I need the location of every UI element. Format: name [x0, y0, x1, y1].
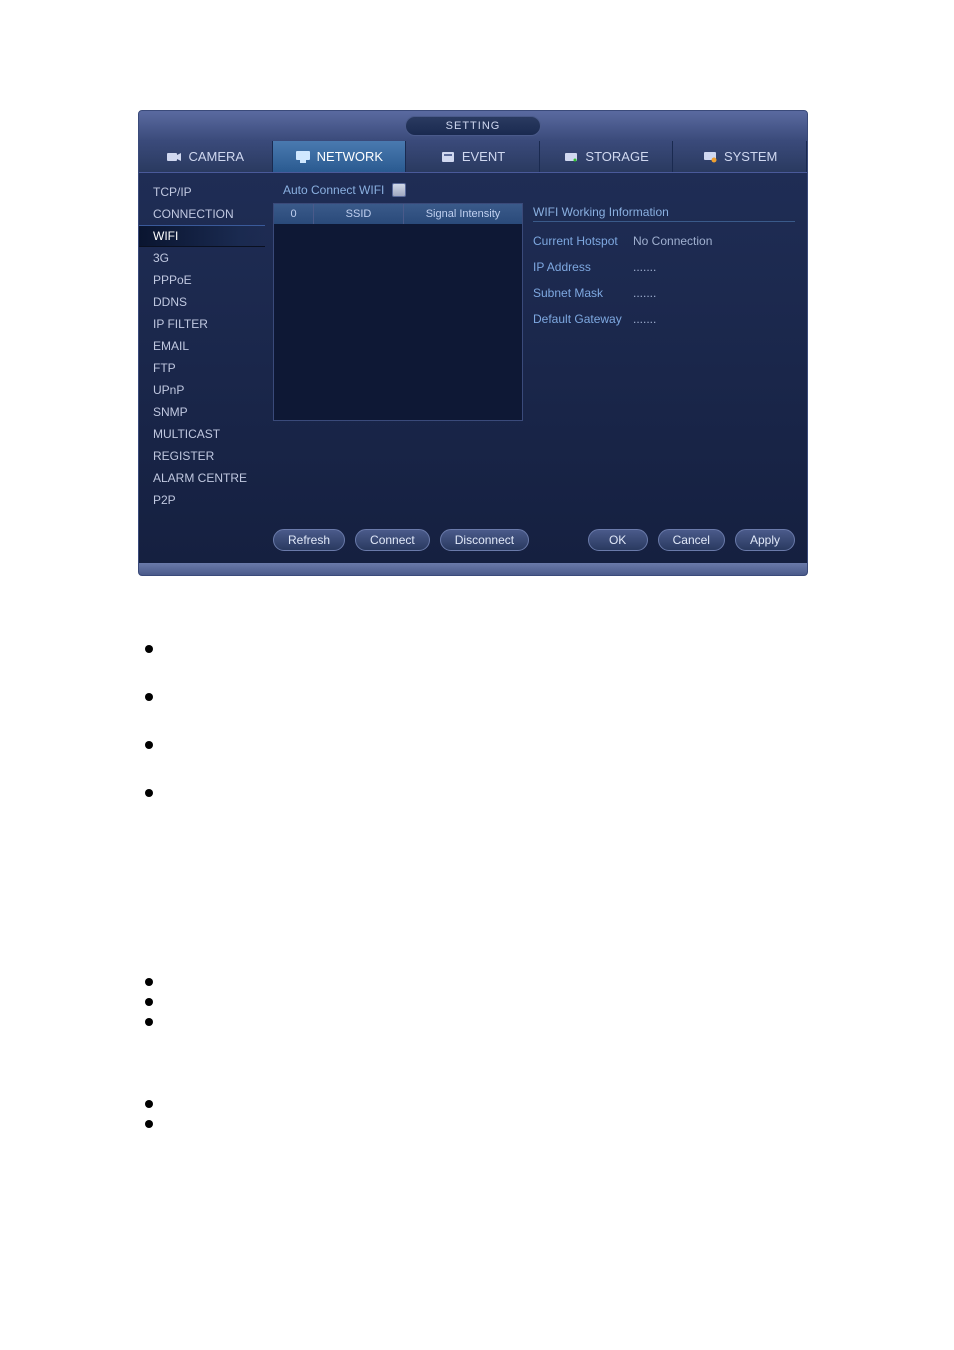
sidebar-item-multicast[interactable]: MULTICAST [139, 423, 265, 445]
sidebar-item-wifi[interactable]: WIFI [139, 225, 265, 247]
tab-label: EVENT [462, 149, 505, 164]
title-bar: SETTING [139, 111, 807, 141]
apply-button[interactable]: Apply [735, 529, 795, 551]
content-panel: Auto Connect WIFI 0 SSID Signal Intensit… [265, 173, 807, 563]
bullet-icon [145, 1100, 153, 1108]
wifi-info-panel: WIFI Working Information Current Hotspot… [533, 203, 795, 421]
bullet-icon [145, 693, 153, 701]
info-label: Default Gateway [533, 312, 633, 326]
cancel-button[interactable]: Cancel [658, 529, 725, 551]
tab-label: NETWORK [317, 149, 383, 164]
sidebar-item-3g[interactable]: 3G [139, 247, 265, 269]
sidebar-item-register[interactable]: REGISTER [139, 445, 265, 467]
sidebar-item-pppoe[interactable]: PPPoE [139, 269, 265, 291]
camera-icon [166, 150, 182, 164]
sidebar-item-ddns[interactable]: DDNS [139, 291, 265, 313]
button-row: Refresh Connect Disconnect OK Cancel App… [273, 529, 795, 551]
settings-window: SETTING CAMERA NETWORK EVENT STORAGE [138, 110, 808, 576]
tab-label: SYSTEM [724, 149, 777, 164]
sidebar-item-snmp[interactable]: SNMP [139, 401, 265, 423]
sidebar-item-upnp[interactable]: UPnP [139, 379, 265, 401]
bullet-list-1 [145, 645, 153, 837]
event-icon [440, 150, 456, 164]
wifi-table-header: 0 SSID Signal Intensity [274, 204, 522, 224]
sidebar: TCP/IP CONNECTION WIFI 3G PPPoE DDNS IP … [139, 173, 265, 563]
col-count: 0 [274, 204, 314, 224]
info-value: ....... [633, 260, 656, 274]
bullet-icon [145, 998, 153, 1006]
bullet-icon [145, 978, 153, 986]
tab-system[interactable]: SYSTEM [673, 141, 807, 172]
bullet-list-2 [145, 978, 153, 1038]
col-ssid: SSID [314, 204, 404, 224]
info-row-gateway: Default Gateway ....... [533, 312, 795, 326]
wifi-info-title: WIFI Working Information [533, 205, 795, 222]
content-row: 0 SSID Signal Intensity WIFI Working Inf… [273, 203, 795, 421]
tab-label: CAMERA [188, 149, 244, 164]
tab-label: STORAGE [585, 149, 648, 164]
auto-connect-label: Auto Connect WIFI [283, 183, 384, 197]
bullet-icon [145, 1018, 153, 1026]
body-area: TCP/IP CONNECTION WIFI 3G PPPoE DDNS IP … [139, 173, 807, 563]
network-icon [295, 150, 311, 164]
refresh-button[interactable]: Refresh [273, 529, 345, 551]
info-value: No Connection [633, 234, 712, 248]
ok-button[interactable]: OK [588, 529, 648, 551]
sidebar-item-p2p[interactable]: P2P [139, 489, 265, 511]
system-icon [702, 150, 718, 164]
info-row-ip: IP Address ....... [533, 260, 795, 274]
bullet-icon [145, 789, 153, 797]
disconnect-button[interactable]: Disconnect [440, 529, 529, 551]
sidebar-item-connection[interactable]: CONNECTION [139, 203, 265, 225]
footer-strip [139, 563, 807, 575]
col-signal: Signal Intensity [404, 204, 522, 224]
bullet-icon [145, 645, 153, 653]
sidebar-item-ipfilter[interactable]: IP FILTER [139, 313, 265, 335]
tab-event[interactable]: EVENT [406, 141, 540, 172]
top-tabs: CAMERA NETWORK EVENT STORAGE SYSTEM [139, 141, 807, 173]
wifi-list-table[interactable]: 0 SSID Signal Intensity [273, 203, 523, 421]
sidebar-item-email[interactable]: EMAIL [139, 335, 265, 357]
info-row-hotspot: Current Hotspot No Connection [533, 234, 795, 248]
tab-network[interactable]: NETWORK [273, 141, 407, 172]
auto-connect-row: Auto Connect WIFI [283, 183, 795, 197]
info-label: Current Hotspot [533, 234, 633, 248]
connect-button[interactable]: Connect [355, 529, 430, 551]
tab-camera[interactable]: CAMERA [139, 141, 273, 172]
bullet-list-3 [145, 1100, 153, 1140]
sidebar-item-alarmcentre[interactable]: ALARM CENTRE [139, 467, 265, 489]
bullet-icon [145, 741, 153, 749]
info-value: ....... [633, 286, 656, 300]
info-label: Subnet Mask [533, 286, 633, 300]
tab-storage[interactable]: STORAGE [540, 141, 674, 172]
window-title: SETTING [405, 116, 542, 136]
sidebar-item-tcpip[interactable]: TCP/IP [139, 181, 265, 203]
info-label: IP Address [533, 260, 633, 274]
bullet-icon [145, 1120, 153, 1128]
auto-connect-checkbox[interactable] [392, 183, 406, 197]
info-value: ....... [633, 312, 656, 326]
info-row-subnet: Subnet Mask ....... [533, 286, 795, 300]
storage-icon [563, 150, 579, 164]
sidebar-item-ftp[interactable]: FTP [139, 357, 265, 379]
